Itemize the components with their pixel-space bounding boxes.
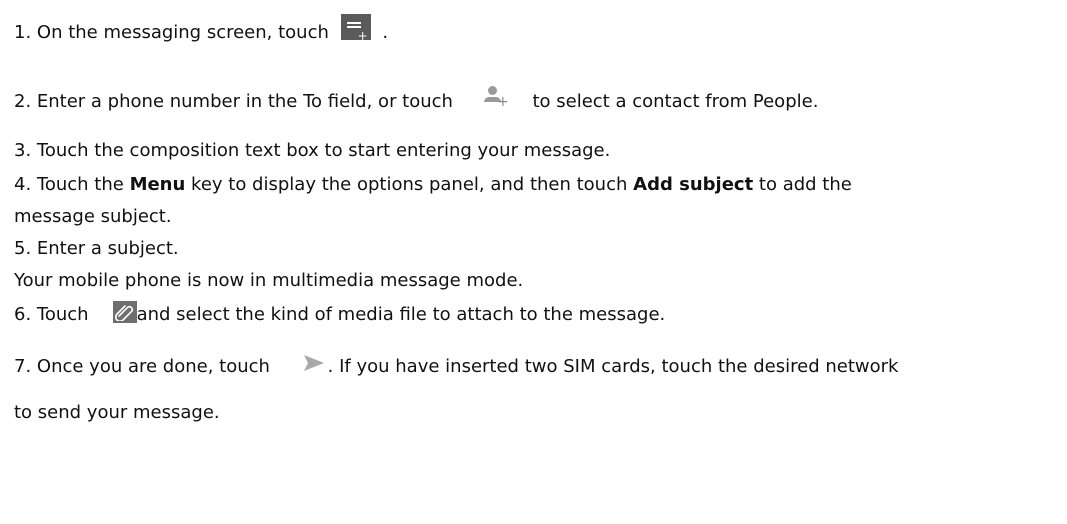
step-4-cont-text: message subject. [14, 206, 172, 227]
step-7-continued: to send your message. [14, 402, 220, 424]
step-4-text: 4. Touch the [14, 174, 124, 195]
step-4-continued: message subject. [14, 206, 172, 228]
send-arrow-icon [302, 353, 326, 373]
step-6: 6. Touch and select the kind of media fi… [14, 301, 666, 326]
step-1-text: 1. On the messaging screen, touch [14, 22, 329, 43]
add-contact-icon: + [483, 86, 509, 110]
step-2-end: to select a contact from People. [532, 91, 819, 112]
step-4: 4. Touch the Menu key to display the opt… [14, 174, 852, 196]
step-5-note-text: Your mobile phone is now in multimedia m… [14, 270, 524, 291]
menu-key-label: Menu [129, 174, 186, 195]
step-5-text: 5. Enter a subject. [14, 238, 179, 259]
step-7-cont-text: to send your message. [14, 402, 220, 423]
step-7-end: . If you have inserted two SIM cards, to… [327, 356, 899, 377]
step-2-text: 2. Enter a phone number in the To field,… [14, 91, 453, 112]
step-5-note: Your mobile phone is now in multimedia m… [14, 270, 523, 292]
step-5: 5. Enter a subject. [14, 238, 179, 260]
step-2: 2. Enter a phone number in the To field,… [14, 86, 819, 114]
add-subject-label: Add subject [633, 174, 754, 195]
paperclip-attach-icon [112, 301, 137, 323]
step-1: 1. On the messaging screen, touch . [14, 14, 389, 46]
step-4-end: to add the [753, 174, 852, 195]
step-7: 7. Once you are done, touch . If you hav… [14, 353, 899, 378]
step-6-text: 6. Touch [14, 304, 89, 325]
step-3-text: 3. Touch the composition text box to sta… [14, 140, 611, 161]
step-3: 3. Touch the composition text box to sta… [14, 140, 610, 162]
step-6-end: and select the kind of media file to att… [136, 304, 666, 325]
compose-new-message-icon [340, 14, 371, 42]
step-4-mid: key to display the options panel, and th… [185, 174, 628, 195]
step-1-end: . [382, 22, 389, 43]
step-7-text: 7. Once you are done, touch [14, 356, 270, 377]
